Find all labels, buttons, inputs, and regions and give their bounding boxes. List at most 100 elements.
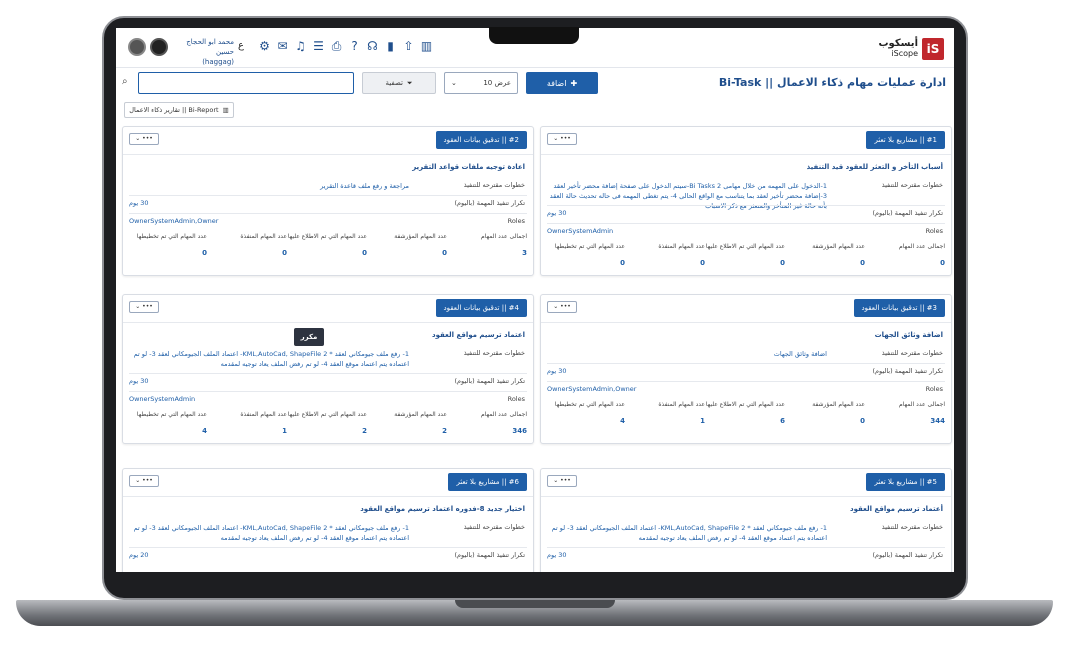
divider [129,195,527,196]
card-header: #5 || مشاريع بلا تعثر ⌄ ••• [541,469,951,497]
stat-label-viewed: عدد المهام التي تم الاطلاع عليها [705,243,785,250]
card-header: #4 || تدقيق بيانات العقود ⌄ ••• [123,295,533,323]
steps-value[interactable]: 1- رفع ملف جيومكاني لعقد * KML,AutoCad, … [129,523,409,543]
repeat-label: تكرار تنفيذ المهمة (باليوم) [454,377,525,385]
card-tag[interactable]: #5 || مشاريع بلا تعثر [866,473,945,491]
card-title: اضافة وثائق الجهات [874,331,943,339]
card-tag[interactable]: #3 || تدقيق بيانات العقود [853,299,945,317]
upload-icon[interactable]: ⇧ [402,40,415,53]
roles-value: OwnerSystemAdmin,Owner [547,385,637,393]
stat-value-total[interactable]: 3 [447,249,527,257]
stat-label-executed: عدد المهام المنفذة [658,243,705,250]
stat-value-viewed[interactable]: 0 [705,259,785,267]
card-tag[interactable]: #1 || مشاريع بلا تعثر [866,131,945,149]
card-header: #6 || مشاريع بلا تعثر ⌄ ••• [123,469,533,497]
duplicate-badge: مكرر [294,328,324,346]
stat-value-planned[interactable]: 4 [127,427,207,435]
stat-value-executed[interactable]: 0 [207,249,287,257]
card-tag[interactable]: #6 || مشاريع بلا تعثر [448,473,527,491]
repeat-label: تكرار تنفيذ المهمة (باليوم) [872,209,943,217]
stat-value-viewed[interactable]: 2 [287,427,367,435]
per-page-select[interactable]: ⌄ عرض 10 [444,72,518,94]
stat-label-viewed: عدد المهام التي تم الاطلاع عليها [287,233,367,240]
report-select[interactable]: ▥ Bi-Report || تقارير ذكاء الاعمال [124,102,234,118]
stat-value-planned[interactable]: 0 [545,259,625,267]
bell-icon[interactable]: ♫ [294,40,307,53]
stat-value-executed[interactable]: 1 [207,427,287,435]
print-icon[interactable]: ⎙ [330,40,343,53]
stat-label-planned: عدد المهام التي تم تخطيطها [554,401,625,408]
steps-value[interactable]: 1- رفع ملف جيومكاني لعقد * KML,AutoCad, … [129,349,409,369]
card-menu-button[interactable]: ⌄ ••• [129,475,159,487]
steps-label: خطوات مقترحه للتنفيذ [463,349,525,357]
repeat-value: 30 يوم [547,551,567,559]
plus-icon: ✚ [570,78,578,88]
help-icon[interactable]: ? [348,40,361,53]
filter-button[interactable]: تصفية ⏷ [362,72,436,94]
task-card: #6 || مشاريع بلا تعثر ⌄ ••• اختيار جديد … [122,468,534,572]
search-icon[interactable]: ⌕ [122,76,128,87]
task-card: #4 || تدقيق بيانات العقود ⌄ ••• اعتماد ت… [122,294,534,444]
task-card: #5 || مشاريع بلا تعثر ⌄ ••• أعتماد ترسيم… [540,468,952,572]
stat-value-planned[interactable]: 4 [545,417,625,425]
stat-value-archived[interactable]: 2 [367,427,447,435]
card-menu-button[interactable]: ⌄ ••• [547,133,577,145]
stat-value-executed[interactable]: 1 [625,417,705,425]
stat-label-executed: عدد المهام المنفذة [240,233,287,240]
stat-value-planned[interactable]: 0 [127,249,207,257]
stat-label-archived: عدد المهام المؤرشفة [394,411,447,418]
language-toggle[interactable]: ع [238,40,244,51]
steps-value[interactable]: 1- رفع ملف جيومكاني لعقد * KML,AutoCad, … [547,523,827,543]
per-page-label: عرض 10 [483,79,511,87]
headset-icon[interactable]: ☊ [366,40,379,53]
stat-value-archived[interactable]: 0 [785,259,865,267]
mail-icon[interactable]: ✉ [276,40,289,53]
card-title: أعتماد ترسيم مواقع العقود [850,505,943,513]
logo-english: iScope [891,49,918,58]
repeat-value: 30 يوم [547,367,567,375]
stat-value-total[interactable]: 344 [865,417,945,425]
stat-label-total: اجمالى عدد المهام [481,411,527,418]
stat-value-executed[interactable]: 0 [625,259,705,267]
stat-label-archived: عدد المهام المؤرشفة [394,233,447,240]
stat-value-archived[interactable]: 0 [367,249,447,257]
card-menu-button[interactable]: ⌄ ••• [547,475,577,487]
stat-label-executed: عدد المهام المنفذة [240,411,287,418]
chart-icon[interactable]: ▥ [420,40,433,53]
avatar[interactable] [150,38,168,56]
stat-value-viewed[interactable]: 6 [705,417,785,425]
task-card: #1 || مشاريع بلا تعثر ⌄ ••• أسباب التأخر… [540,126,952,276]
card-menu-button[interactable]: ⌄ ••• [547,301,577,313]
steps-value[interactable]: 1-الدخول على المهمه من خلال مهامى Bi Tas… [547,181,827,211]
card-menu-button[interactable]: ⌄ ••• [129,133,159,145]
menu-button[interactable] [128,38,146,56]
search-input[interactable] [138,72,354,94]
add-button[interactable]: اضافة ✚ [526,72,598,94]
steps-value[interactable]: مراجعة و رفع ملف قاعدة التقرير [129,181,409,191]
card-menu-button[interactable]: ⌄ ••• [129,301,159,313]
card-title: اعتماد ترسيم مواقع العقود [432,331,525,339]
roles-label: Roles [507,217,525,225]
stat-label-viewed: عدد المهام التي تم الاطلاع عليها [705,401,785,408]
divider [129,373,527,374]
roles-value: OwnerSystemAdmin,Owner [129,217,219,225]
steps-value[interactable]: اضافة وثائق الجهات [547,349,827,359]
page-title: ادارة عمليات مهام ذكاء الاعمال || Bi-Tas… [718,76,946,89]
task-card: #2 || تدقيق بيانات العقود ⌄ ••• اعادة تو… [122,126,534,276]
stat-value-viewed[interactable]: 0 [287,249,367,257]
stat-value-total[interactable]: 0 [865,259,945,267]
card-tag[interactable]: #4 || تدقيق بيانات العقود [435,299,527,317]
chevron-down-icon: ⌄ [451,79,457,87]
report-select-label: Bi-Report || تقارير ذكاء الاعمال [129,106,219,114]
list-icon[interactable]: ☰ [312,40,325,53]
gear-icon[interactable]: ⚙ [258,40,271,53]
book-icon[interactable]: ▮ [384,40,397,53]
roles-value: OwnerSystemAdmin [547,227,614,235]
repeat-label: تكرار تنفيذ المهمة (باليوم) [454,199,525,207]
user-info[interactable]: محمد ابو الحجاج حسين (haggag) [176,37,234,67]
stat-value-archived[interactable]: 0 [785,417,865,425]
repeat-value: 30 يوم [547,209,567,217]
card-tag[interactable]: #2 || تدقيق بيانات العقود [435,131,527,149]
divider [129,391,527,392]
stat-value-total[interactable]: 346 [447,427,527,435]
